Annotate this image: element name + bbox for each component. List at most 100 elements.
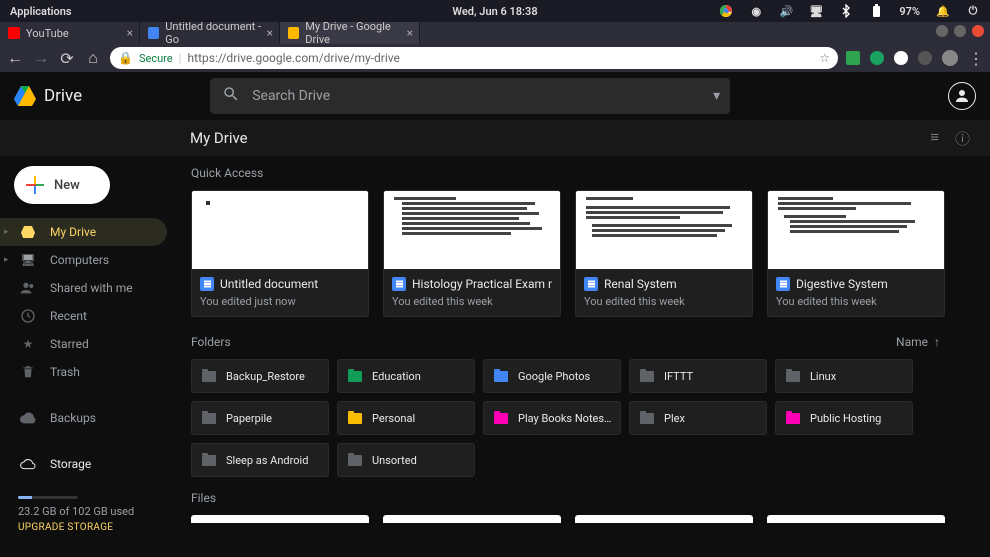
people-icon (20, 280, 36, 296)
tab-my-drive[interactable]: My Drive - Google Drive × (280, 22, 420, 44)
sort-button[interactable]: Name↑ (896, 335, 970, 349)
bluetooth-icon[interactable] (839, 4, 853, 18)
display-icon[interactable]: 🖥 (809, 4, 823, 18)
new-button-label: New (54, 178, 80, 193)
extensions-tray: ⋮ (846, 49, 984, 68)
doc-thumbnail (768, 191, 944, 269)
folder-chip[interactable]: Paperpile (191, 401, 329, 435)
account-avatar[interactable] (948, 82, 976, 110)
notifications-icon[interactable]: 🔔 (936, 4, 950, 18)
close-tab-icon[interactable]: × (127, 26, 133, 40)
nav-trash[interactable]: Trash (0, 358, 175, 386)
forward-button[interactable]: → (32, 49, 50, 67)
search-icon (222, 85, 240, 107)
nav-backups[interactable]: Backups (0, 404, 175, 432)
nav-recent[interactable]: Recent (0, 302, 175, 330)
folder-icon (786, 371, 800, 382)
search-dropdown-icon[interactable]: ▾ (713, 88, 720, 104)
quick-access-card[interactable]: Untitled documentYou edited just now (191, 190, 369, 317)
power-icon[interactable]: ⏻ (966, 4, 980, 18)
upgrade-storage-link[interactable]: UPGRADE STORAGE (18, 522, 157, 533)
folder-chip[interactable]: Backup_Restore (191, 359, 329, 393)
folder-chip[interactable]: Public Hosting (775, 401, 913, 435)
folder-chip[interactable]: Play Books Notes… (483, 401, 621, 435)
file-card[interactable] (191, 515, 369, 523)
bookmark-star-icon[interactable]: ☆ (819, 51, 830, 65)
folder-name: Public Hosting (810, 412, 881, 425)
chrome-icon[interactable] (719, 4, 733, 18)
nav-computers[interactable]: ▸🖥Computers (0, 246, 175, 274)
close-tab-icon[interactable]: × (407, 26, 413, 40)
reload-button[interactable]: ⟳ (58, 49, 76, 67)
folder-icon (640, 413, 654, 424)
folder-name: Backup_Restore (226, 370, 305, 383)
folder-icon (348, 455, 362, 466)
content-pane[interactable]: Quick Access Untitled documentYou edited… (175, 156, 990, 557)
system-tray: ◉ 🔊 🖥 97% 🔔 ⏻ (719, 4, 980, 18)
file-card[interactable] (767, 515, 945, 523)
folder-grid: Backup_Restore EducationGoogle Photos IFTT… (191, 359, 970, 477)
tab-untitled-doc[interactable]: Untitled document - Go × (140, 22, 280, 44)
folder-chip[interactable]: Plex (629, 401, 767, 435)
tab-youtube[interactable]: YouTube × (0, 22, 140, 44)
volume-icon[interactable]: 🔊 (779, 4, 793, 18)
search-placeholder: Search Drive (252, 88, 330, 104)
folder-chip[interactable]: Education (337, 359, 475, 393)
tab-label: My Drive - Google Drive (305, 20, 411, 46)
battery-icon (869, 4, 883, 18)
menu-icon[interactable]: ⋮ (968, 49, 984, 68)
quick-access-card[interactable]: Histology Practical Exam revis…You edite… (383, 190, 561, 317)
profile-icon[interactable] (942, 50, 958, 66)
home-button[interactable]: ⌂ (84, 49, 102, 67)
drive-header: Drive Search Drive ▾ (0, 72, 990, 120)
folder-name: Plex (664, 412, 685, 425)
details-icon[interactable]: ⓘ (955, 128, 970, 149)
battery-percent: 97% (899, 5, 920, 18)
extension-icon[interactable] (870, 51, 884, 65)
nav-my-drive[interactable]: ▸My Drive (0, 218, 167, 246)
applications-menu[interactable]: Applications (10, 5, 72, 18)
expand-icon[interactable]: ▸ (4, 227, 9, 237)
folder-icon (786, 413, 800, 424)
quick-access-card[interactable]: Digestive SystemYou edited this week (767, 190, 945, 317)
folder-chip[interactable]: IFTTT (629, 359, 767, 393)
folder-chip[interactable]: Personal (337, 401, 475, 435)
folder-chip[interactable]: Sleep as Android (191, 443, 329, 477)
file-card[interactable] (383, 515, 561, 523)
folder-icon (202, 371, 216, 382)
extension-icon[interactable] (894, 51, 908, 65)
docs-icon (148, 27, 159, 39)
cloud-outline-icon (20, 456, 36, 472)
nav-storage[interactable]: Storage (0, 450, 175, 478)
address-bar[interactable]: 🔒 Secure | https://drive.google.com/driv… (110, 47, 838, 69)
drive-logo[interactable]: Drive (14, 86, 82, 106)
folder-chip[interactable]: Unsorted (337, 443, 475, 477)
extension-icon[interactable] (918, 51, 932, 65)
list-view-icon[interactable]: ≡ (930, 128, 939, 149)
new-button[interactable]: New (14, 166, 110, 204)
close-tab-icon[interactable]: × (267, 26, 273, 40)
page-title[interactable]: My Drive (190, 129, 248, 147)
extension-icon[interactable] (846, 51, 860, 65)
nav-shared[interactable]: Shared with me (0, 274, 175, 302)
folder-chip[interactable]: Linux (775, 359, 913, 393)
quick-access-card[interactable]: Renal SystemYou edited this week (575, 190, 753, 317)
folder-icon (640, 371, 654, 382)
folder-name: IFTTT (664, 370, 693, 383)
browser-tab-strip: YouTube × Untitled document - Go × My Dr… (0, 22, 990, 44)
maximize-window[interactable] (954, 25, 966, 37)
search-input[interactable]: Search Drive ▾ (210, 78, 730, 114)
tab-label: Untitled document - Go (165, 20, 271, 46)
file-card[interactable] (575, 515, 753, 523)
minimize-window[interactable] (936, 25, 948, 37)
close-window[interactable] (972, 25, 984, 37)
expand-icon[interactable]: ▸ (4, 255, 9, 265)
nav-list: ▸My Drive ▸🖥Computers Shared with me Rec… (0, 218, 175, 478)
back-button[interactable]: ← (6, 49, 24, 67)
breadcrumb-bar: My Drive ≡ ⓘ (0, 120, 990, 156)
nav-starred[interactable]: ★Starred (0, 330, 175, 358)
files-label: Files (191, 491, 970, 505)
quick-access-label: Quick Access (191, 166, 970, 180)
location-icon[interactable]: ◉ (749, 4, 763, 18)
folder-chip[interactable]: Google Photos (483, 359, 621, 393)
